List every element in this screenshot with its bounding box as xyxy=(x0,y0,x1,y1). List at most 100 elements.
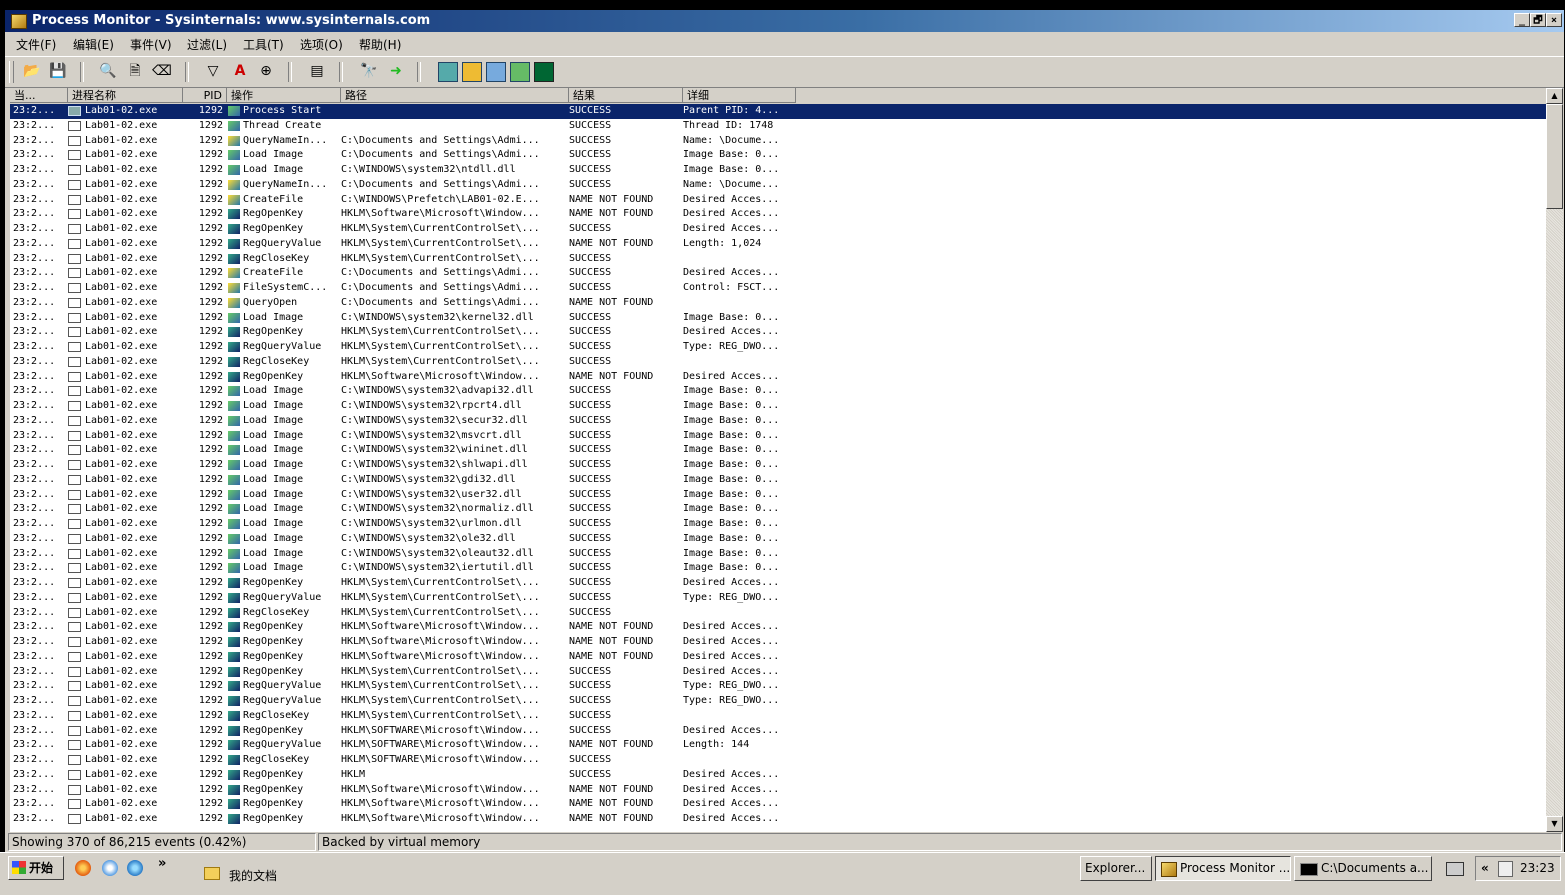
col-time[interactable]: 当... xyxy=(10,88,68,103)
table-row[interactable]: 23:2... Lab01-02.exe 1292 RegOpenKey HKLM\So… xyxy=(10,812,1546,827)
find-binoculars-icon[interactable]: 🔭 xyxy=(360,62,378,80)
table-row[interactable]: 23:2... Lab01-02.exe 1292 Load Image C:\WIND… xyxy=(10,429,1546,444)
table-row[interactable]: 23:2... Lab01-02.exe 1292 Process Start SUCC… xyxy=(10,104,1546,119)
scroll-thumb[interactable] xyxy=(1546,104,1563,209)
table-row[interactable]: 23:2... Lab01-02.exe 1292 QueryNameIn... C:\… xyxy=(10,178,1546,193)
include-process-icon[interactable]: ⊕ xyxy=(257,62,275,80)
restore-button[interactable]: 🗗 xyxy=(1530,13,1546,27)
desktop-my-documents[interactable]: 我的文档 xyxy=(229,867,277,884)
firefox-icon[interactable] xyxy=(75,860,91,876)
table-row[interactable]: 23:2... Lab01-02.exe 1292 Load Image C:\Docu… xyxy=(10,148,1546,163)
table-row[interactable]: 23:2... Lab01-02.exe 1292 RegOpenKey HKLM\Sy… xyxy=(10,576,1546,591)
quicklaunch-icon[interactable] xyxy=(102,860,118,876)
network-activity-icon[interactable] xyxy=(486,62,506,82)
table-row[interactable]: 23:2... Lab01-02.exe 1292 RegQueryValue HKLM… xyxy=(10,679,1546,694)
quicklaunch-more-icon[interactable]: » xyxy=(158,856,166,871)
table-row[interactable]: 23:2... Lab01-02.exe 1292 Load Image C:\WIND… xyxy=(10,311,1546,326)
taskbar-cmd[interactable]: C:\Documents a... xyxy=(1294,856,1432,881)
menu-edit[interactable]: 编辑(E) xyxy=(73,36,114,53)
table-row[interactable]: 23:2... Lab01-02.exe 1292 RegOpenKey HKLM\So… xyxy=(10,635,1546,650)
table-row[interactable]: 23:2... Lab01-02.exe 1292 RegOpenKey HKLM\Sy… xyxy=(10,325,1546,340)
taskbar-explorer[interactable]: Explorer... xyxy=(1080,856,1152,881)
table-row[interactable]: 23:2... Lab01-02.exe 1292 RegQueryValue HKLM… xyxy=(10,694,1546,709)
table-row[interactable]: 23:2... Lab01-02.exe 1292 QueryOpen C:\Docum… xyxy=(10,296,1546,311)
menu-help[interactable]: 帮助(H) xyxy=(359,36,401,53)
save-icon[interactable]: 💾 xyxy=(49,62,67,80)
process-thread-activity-icon[interactable] xyxy=(510,62,530,82)
table-row[interactable]: 23:2... Lab01-02.exe 1292 RegOpenKey HKLM\So… xyxy=(10,650,1546,665)
table-row[interactable]: 23:2... Lab01-02.exe 1292 RegOpenKey HKLM\SO… xyxy=(10,724,1546,739)
menu-options[interactable]: 选项(O) xyxy=(300,36,343,53)
vertical-scrollbar[interactable]: ▲ ▼ xyxy=(1546,88,1563,832)
table-row[interactable]: 23:2... Lab01-02.exe 1292 Load Image C:\WIND… xyxy=(10,384,1546,399)
table-row[interactable]: 23:2... Lab01-02.exe 1292 QueryNameIn... C:\… xyxy=(10,134,1546,149)
table-row[interactable]: 23:2... Lab01-02.exe 1292 RegOpenKey HKLM\Sy… xyxy=(10,222,1546,237)
filter-icon[interactable]: ▽ xyxy=(204,62,222,80)
table-row[interactable]: 23:2... Lab01-02.exe 1292 Load Image C:\WIND… xyxy=(10,561,1546,576)
menu-filter[interactable]: 过滤(L) xyxy=(187,36,227,53)
col-pid[interactable]: PID xyxy=(183,88,227,103)
table-row[interactable]: 23:2... Lab01-02.exe 1292 RegCloseKey HKLM\S… xyxy=(10,709,1546,724)
table-row[interactable]: 23:2... Lab01-02.exe 1292 RegCloseKey HKLM\S… xyxy=(10,252,1546,267)
table-row[interactable]: 23:2... Lab01-02.exe 1292 RegCloseKey HKLM\S… xyxy=(10,606,1546,621)
table-row[interactable]: 23:2... Lab01-02.exe 1292 Load Image C:\WIND… xyxy=(10,532,1546,547)
table-row[interactable]: 23:2... Lab01-02.exe 1292 RegOpenKey HKLM\So… xyxy=(10,620,1546,635)
table-row[interactable]: 23:2... Lab01-02.exe 1292 RegOpenKey HKLM\So… xyxy=(10,783,1546,798)
table-row[interactable]: 23:2... Lab01-02.exe 1292 RegOpenKey HKLM\So… xyxy=(10,207,1546,222)
scroll-down-icon[interactable]: ▼ xyxy=(1546,816,1563,832)
start-button[interactable]: 开始 xyxy=(8,856,64,880)
table-row[interactable]: 23:2... Lab01-02.exe 1292 RegOpenKey HKLM\So… xyxy=(10,370,1546,385)
table-row[interactable]: 23:2... Lab01-02.exe 1292 RegQueryValue HKLM… xyxy=(10,340,1546,355)
table-row[interactable]: 23:2... Lab01-02.exe 1292 Load Image C:\WIND… xyxy=(10,488,1546,503)
table-row[interactable]: 23:2... Lab01-02.exe 1292 Load Image C:\WIND… xyxy=(10,443,1546,458)
toolbar-grip[interactable] xyxy=(9,61,14,83)
table-row[interactable]: 23:2... Lab01-02.exe 1292 Load Image C:\WIND… xyxy=(10,458,1546,473)
menu-tools[interactable]: 工具(T) xyxy=(243,36,284,53)
registry-activity-icon[interactable] xyxy=(438,62,458,82)
table-row[interactable]: 23:2... Lab01-02.exe 1292 RegQueryValue HKLM… xyxy=(10,237,1546,252)
col-process-name[interactable]: 进程名称 xyxy=(68,88,183,103)
table-row[interactable]: 23:2... Lab01-02.exe 1292 Load Image C:\WIND… xyxy=(10,399,1546,414)
clock[interactable]: 23:23 xyxy=(1520,857,1555,880)
col-result[interactable]: 结果 xyxy=(569,88,683,103)
capture-magnifier-icon[interactable]: 🔍 xyxy=(99,62,117,80)
table-row[interactable]: 23:2... Lab01-02.exe 1292 Thread Create SUCC… xyxy=(10,119,1546,134)
table-row[interactable]: 23:2... Lab01-02.exe 1292 RegCloseKey HKLM\S… xyxy=(10,355,1546,370)
col-path[interactable]: 路径 xyxy=(341,88,569,103)
menu-file[interactable]: 文件(F) xyxy=(16,36,56,53)
col-detail[interactable]: 详细 xyxy=(683,88,796,103)
table-row[interactable]: 23:2... Lab01-02.exe 1292 Load Image C:\WIND… xyxy=(10,502,1546,517)
table-row[interactable]: 23:2... Lab01-02.exe 1292 Load Image C:\WIND… xyxy=(10,414,1546,429)
scroll-up-icon[interactable]: ▲ xyxy=(1546,88,1563,104)
table-row[interactable]: 23:2... Lab01-02.exe 1292 CreateFile C:\WIND… xyxy=(10,193,1546,208)
clear-icon[interactable]: ⌫ xyxy=(152,62,172,80)
title-bar[interactable]: Process Monitor - Sysinternals: www.sysi… xyxy=(5,10,1564,32)
autoscroll-icon[interactable]: 🗎 xyxy=(126,62,144,80)
table-row[interactable]: 23:2... Lab01-02.exe 1292 RegOpenKey HKLM SUC… xyxy=(10,768,1546,783)
table-row[interactable]: 23:2... Lab01-02.exe 1292 RegOpenKey HKLM\Sy… xyxy=(10,665,1546,680)
table-row[interactable]: 23:2... Lab01-02.exe 1292 Load Image C:\WIND… xyxy=(10,473,1546,488)
jump-to-icon[interactable]: ➜ xyxy=(387,62,405,80)
event-list[interactable]: 23:2... Lab01-02.exe 1292 Process Start SUCC… xyxy=(10,104,1546,832)
table-row[interactable]: 23:2... Lab01-02.exe 1292 Load Image C:\WIND… xyxy=(10,547,1546,562)
table-row[interactable]: 23:2... Lab01-02.exe 1292 RegOpenKey HKLM\So… xyxy=(10,797,1546,812)
taskbar-process-monitor[interactable]: Process Monitor ... xyxy=(1155,856,1291,881)
col-operation[interactable]: 操作 xyxy=(227,88,341,103)
tray-expand-icon[interactable]: « xyxy=(1481,857,1489,880)
filesystem-activity-icon[interactable] xyxy=(462,62,482,82)
table-row[interactable]: 23:2... Lab01-02.exe 1292 CreateFile C:\Docu… xyxy=(10,266,1546,281)
table-row[interactable]: 23:2... Lab01-02.exe 1292 Load Image C:\WIND… xyxy=(10,517,1546,532)
table-row[interactable]: 23:2... Lab01-02.exe 1292 RegQueryValue HKLM… xyxy=(10,591,1546,606)
profiling-events-icon[interactable] xyxy=(534,62,554,82)
process-tree-icon[interactable]: ▤ xyxy=(308,62,326,80)
table-row[interactable]: 23:2... Lab01-02.exe 1292 RegQueryValue HKLM… xyxy=(10,738,1546,753)
highlight-icon[interactable]: A xyxy=(231,62,249,80)
minimize-button[interactable]: _ xyxy=(1514,13,1530,27)
tray-app-icon[interactable] xyxy=(1498,861,1513,877)
open-icon[interactable]: 📂 xyxy=(23,62,41,80)
menu-event[interactable]: 事件(V) xyxy=(130,36,172,53)
table-row[interactable]: 23:2... Lab01-02.exe 1292 FileSystemC... C:\… xyxy=(10,281,1546,296)
ie-icon[interactable] xyxy=(127,860,143,876)
close-button[interactable]: × xyxy=(1546,13,1562,27)
table-row[interactable]: 23:2... Lab01-02.exe 1292 RegCloseKey HKLM\S… xyxy=(10,753,1546,768)
